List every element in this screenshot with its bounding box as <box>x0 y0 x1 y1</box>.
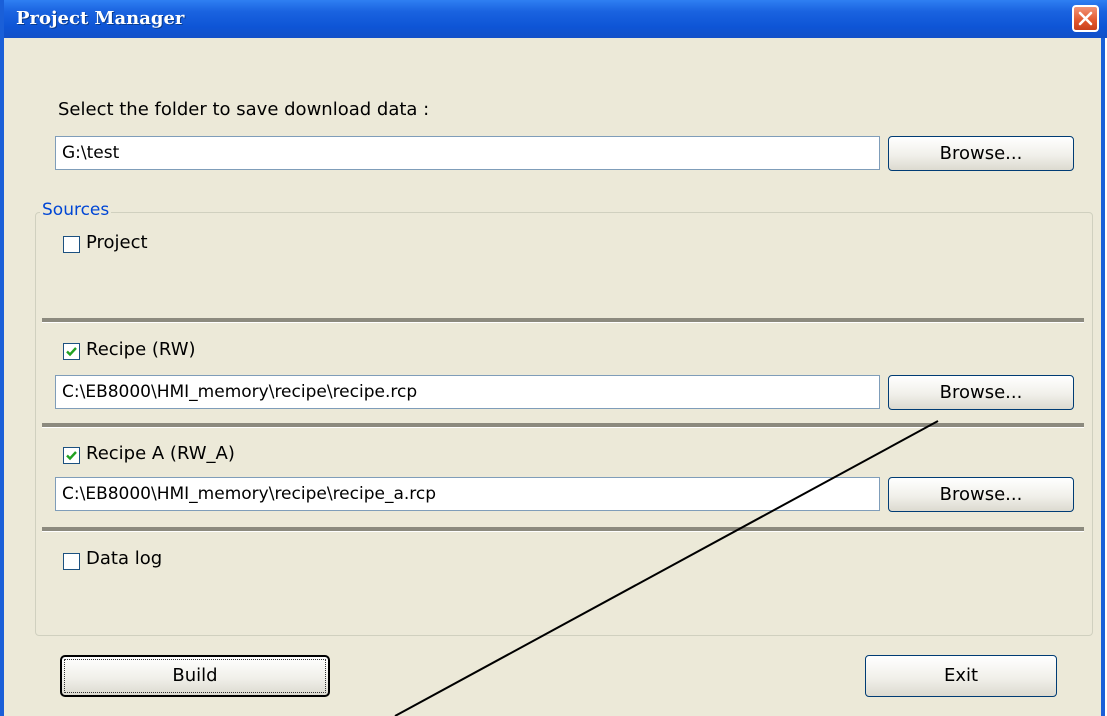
annotation-arrow-line <box>394 420 939 716</box>
